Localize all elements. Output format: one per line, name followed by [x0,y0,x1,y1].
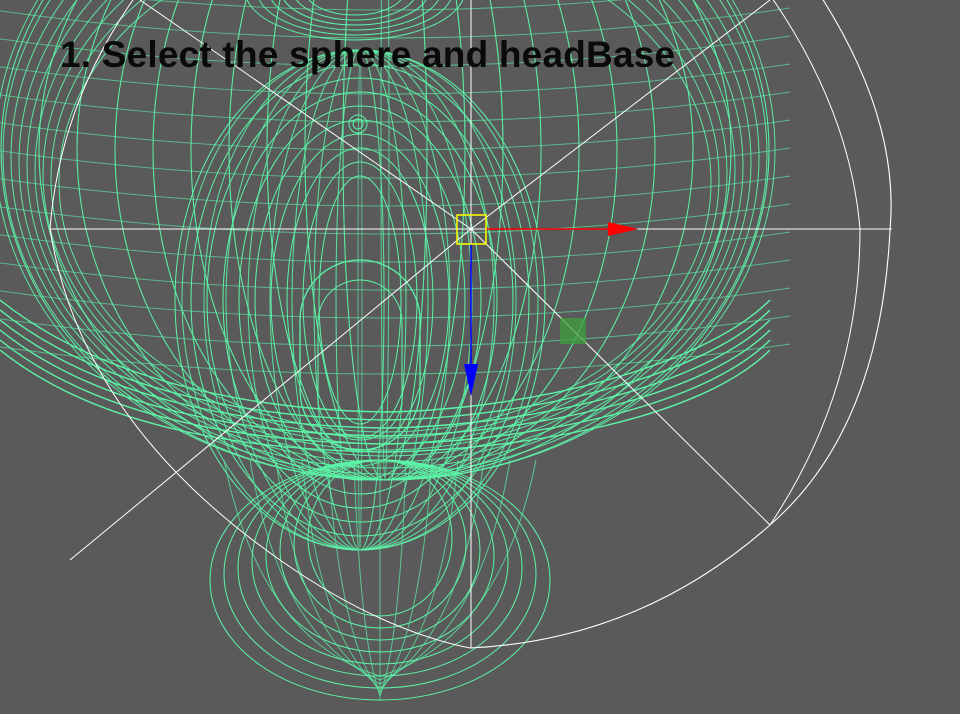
nose-ring [302,161,418,439]
chin-meridian [379,459,459,689]
sphere-arc [769,0,861,526]
head-latitude-line [0,315,791,347]
head-base-mesh[interactable] [0,0,791,701]
instruction-caption: 1. Select the sphere and headBase [60,34,676,75]
nose-meridian [357,49,363,551]
top-bulb-ring [308,0,402,16]
head-latitude-line [0,147,791,179]
head-latitude-line [0,287,791,319]
nose-meridian [203,49,517,551]
scene-canvas[interactable] [0,0,960,714]
top-bulb-ring [283,0,427,26]
nose-meridian [335,49,385,551]
chin-meridian [301,459,381,689]
3d-viewport[interactable]: 1. Select the sphere and headBase [0,0,960,714]
nose-meridian [181,49,539,551]
head-latitude-line [0,259,791,291]
jaw-band-line [0,299,771,413]
nose-meridian [203,49,517,551]
nose-ring [190,63,530,537]
plane-move-handle[interactable] [560,318,586,344]
sphere-arc [49,228,471,649]
nose-meridian [181,49,539,551]
chin-meridian [353,459,381,697]
nose-ring [174,49,546,551]
